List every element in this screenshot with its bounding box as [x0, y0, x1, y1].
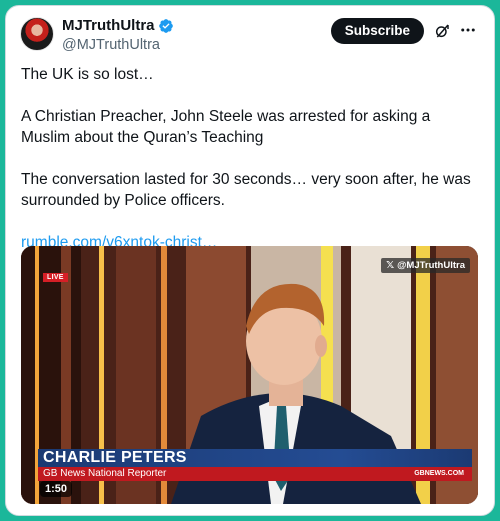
tweet-paragraph: The conversation lasted for 30 seconds… … [21, 171, 471, 209]
author-info: MJTruthUltra @MJTruthUltra [62, 17, 174, 54]
live-badge: LIVE [43, 273, 68, 282]
name-row: MJTruthUltra [62, 17, 174, 35]
tweet-card: MJTruthUltra @MJTruthUltra Subscribe The… [5, 5, 495, 516]
grok-icon[interactable] [434, 23, 450, 39]
watermark: 𝕏 @MJTruthUltra [381, 258, 470, 273]
tweet-paragraph: A Christian Preacher, John Steele was ar… [21, 108, 431, 146]
subscribe-button[interactable]: Subscribe [330, 18, 424, 44]
watermark-handle: @MJTruthUltra [397, 260, 465, 271]
avatar[interactable] [20, 17, 54, 51]
reporter-role: GB News National Reporter [43, 468, 167, 479]
lower-third-name-bar: CHARLIE PETERS [38, 449, 472, 467]
tweet-header: MJTruthUltra @MJTruthUltra Subscribe [20, 15, 480, 59]
channel-tag: GBNEWS.COM [414, 470, 464, 477]
tweet-text: The UK is so lost… A Christian Preacher,… [21, 64, 474, 253]
video-duration: 1:50 [40, 481, 73, 497]
author-display-name[interactable]: MJTruthUltra [62, 17, 155, 35]
lower-third-role-bar: GB News National Reporter GBNEWS.COM [38, 467, 472, 481]
author-handle[interactable]: @MJTruthUltra [62, 36, 174, 54]
tweet-paragraph: The UK is so lost… [21, 66, 154, 83]
verified-badge-icon [158, 19, 173, 33]
x-logo-icon: 𝕏 [386, 260, 395, 271]
video-player[interactable]: LIVE 𝕏 @MJTruthUltra CHARLIE PETERS GB N… [21, 246, 478, 504]
more-icon[interactable] [458, 21, 478, 39]
reporter-name: CHARLIE PETERS [43, 449, 187, 466]
